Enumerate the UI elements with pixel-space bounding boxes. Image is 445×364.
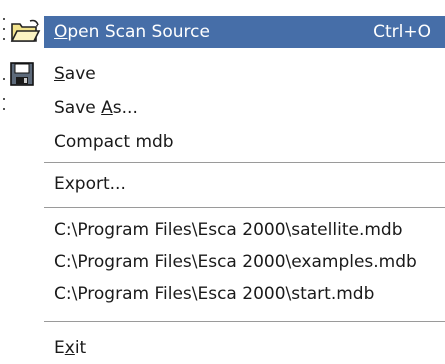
menu-item-export[interactable]: Export...	[10, 168, 445, 200]
menu-item-compact-mdb[interactable]: Compact mdb	[10, 126, 445, 158]
menu-separator	[44, 321, 445, 323]
menu-item-recent-file[interactable]: C:\Program Files\Esca 2000\start.mdb	[10, 278, 445, 310]
toolbar-grip	[3, 18, 5, 113]
menu-item-label: C:\Program Files\Esca 2000\satellite.mdb	[54, 220, 403, 240]
menu-item-open-scan-source[interactable]: Open Scan Source Ctrl+O	[44, 16, 445, 48]
menu-separator	[44, 162, 445, 164]
file-menu: Open Scan Source Ctrl+O Save Save As... …	[0, 0, 445, 360]
menu-item-exit[interactable]: Exit	[10, 332, 445, 364]
menu-item-label: Save As...	[54, 98, 138, 118]
menu-item-label: Compact mdb	[54, 132, 174, 152]
menu-item-label: C:\Program Files\Esca 2000\examples.mdb	[54, 252, 417, 272]
floppy-disk-icon	[10, 62, 42, 90]
menu-item-shortcut: Ctrl+O	[373, 22, 431, 42]
menu-item-recent-file[interactable]: C:\Program Files\Esca 2000\satellite.mdb	[10, 214, 445, 246]
menu-item-label: Exit	[54, 338, 87, 358]
menu-separator	[44, 207, 445, 209]
open-folder-icon	[10, 18, 42, 46]
menu-item-label: Open Scan Source	[54, 22, 210, 42]
menu-item-label: Save	[54, 64, 96, 84]
menu-item-recent-file[interactable]: C:\Program Files\Esca 2000\examples.mdb	[10, 246, 445, 278]
menu-item-save-as[interactable]: Save As...	[10, 92, 445, 124]
menu-item-save[interactable]: Save	[10, 58, 445, 90]
menu-item-label: C:\Program Files\Esca 2000\start.mdb	[54, 284, 375, 304]
menu-item-label: Export...	[54, 174, 126, 194]
